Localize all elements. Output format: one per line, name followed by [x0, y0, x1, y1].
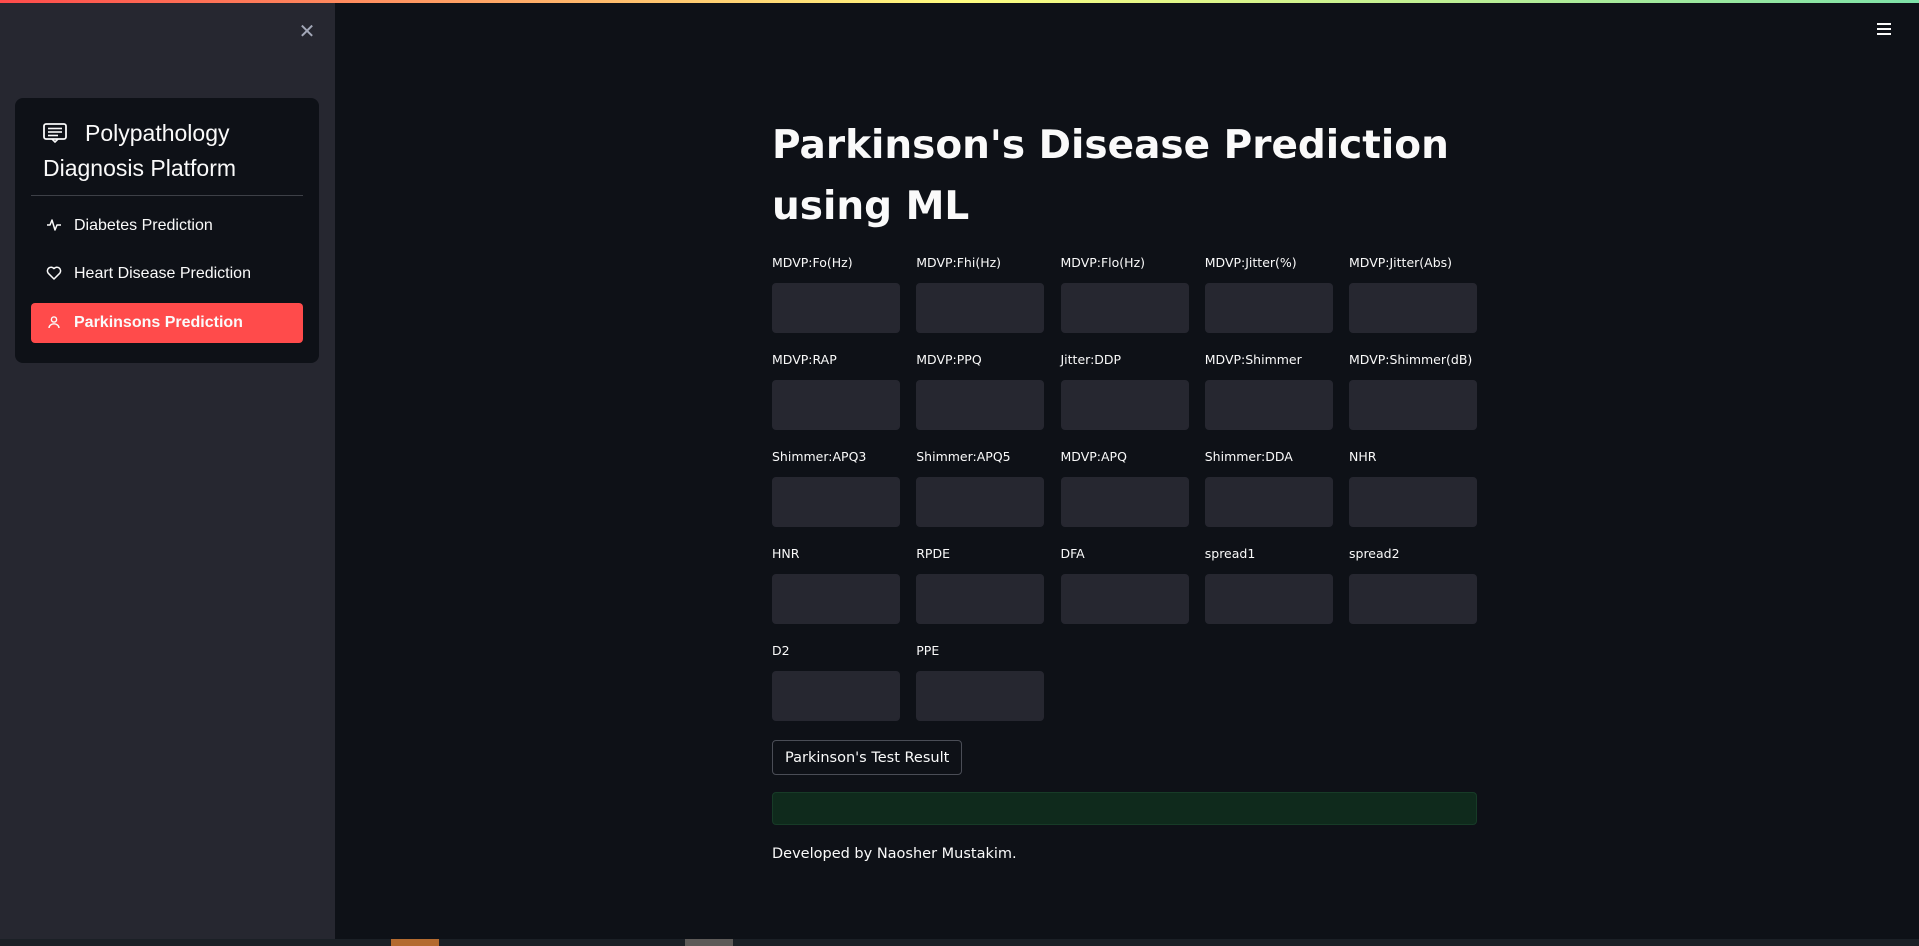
field-label: MDVP:Jitter(%): [1204, 255, 1297, 270]
field-input[interactable]: [1349, 283, 1477, 333]
field-input[interactable]: [1349, 574, 1477, 624]
field-input[interactable]: [916, 477, 1045, 527]
developer-credit: Developed by Naosher Mustakim.: [772, 846, 1017, 862]
test-result-button[interactable]: Parkinson's Test Result: [772, 740, 963, 775]
field-input[interactable]: [1204, 574, 1333, 624]
field-label: Jitter:DDP: [1060, 352, 1122, 367]
taskbar-app[interactable]: [685, 939, 733, 946]
menu-divider: [31, 195, 303, 196]
person-icon: [46, 306, 62, 329]
taskbar: [0, 939, 1919, 946]
menu-item-label: Diabetes Prediction: [74, 217, 213, 234]
field-input[interactable]: [1204, 477, 1333, 527]
field-input[interactable]: [772, 671, 900, 721]
field-label: MDVP:Jitter(Abs): [1349, 255, 1453, 270]
input-field-group: Shimmer:DDA: [1204, 449, 1333, 527]
taskbar-app[interactable]: [391, 939, 439, 946]
field-input[interactable]: [916, 671, 1045, 721]
menu-item-label: Parkinsons Prediction: [74, 314, 243, 331]
field-label: MDVP:Shimmer: [1204, 352, 1302, 367]
option-menu: Polypathology Diagnosis Platform Diabete…: [15, 98, 319, 363]
input-field-group: MDVP:RAP: [772, 352, 900, 430]
field-label: MDVP:RAP: [772, 352, 837, 367]
field-input[interactable]: [916, 283, 1045, 333]
menu-item-diabetes[interactable]: Diabetes Prediction: [31, 206, 303, 246]
clipboard-icon: [43, 118, 69, 144]
field-label: MDVP:PPQ: [916, 352, 982, 367]
activity-icon: [46, 209, 62, 231]
heart-icon: [46, 257, 62, 280]
field-input[interactable]: [1349, 380, 1477, 430]
field-label: Shimmer:APQ5: [916, 449, 1011, 464]
field-input[interactable]: [772, 380, 900, 430]
field-label: MDVP:Flo(Hz): [1060, 255, 1146, 270]
input-field-group: D2: [772, 643, 900, 721]
field-input[interactable]: [772, 574, 900, 624]
field-label: PPE: [916, 643, 940, 658]
field-input[interactable]: [772, 283, 900, 333]
input-field-group: RPDE: [916, 546, 1045, 624]
field-label: Shimmer:APQ3: [772, 449, 867, 464]
page-title: Parkinson's Disease Prediction using ML: [772, 123, 1449, 229]
field-label: spread1: [1204, 546, 1256, 561]
field-label: HNR: [772, 546, 800, 561]
input-field-group: MDVP:Flo(Hz): [1060, 255, 1189, 333]
field-input[interactable]: [1204, 283, 1333, 333]
input-field-group: MDVP:Shimmer: [1204, 352, 1333, 430]
menu-item-label: Heart Disease Prediction: [74, 265, 251, 282]
hamburger-icon[interactable]: [1873, 20, 1895, 40]
field-input[interactable]: [1060, 283, 1189, 333]
field-input[interactable]: [916, 380, 1045, 430]
input-field-group: MDVP:PPQ: [916, 352, 1045, 430]
field-label: MDVP:Fhi(Hz): [916, 255, 1002, 270]
menu-title-text: Polypathology Diagnosis Platform: [43, 120, 237, 181]
field-label: NHR: [1349, 449, 1377, 464]
menu-title: Polypathology Diagnosis Platform: [43, 116, 303, 186]
input-field-group: Shimmer:APQ3: [772, 449, 900, 527]
main-content: Parkinson's Disease Prediction using ML …: [772, 115, 1477, 862]
field-label: D2: [772, 643, 790, 658]
input-field-group: spread2: [1349, 546, 1477, 624]
input-field-group: HNR: [772, 546, 900, 624]
input-field-group: MDVP:Jitter(%): [1204, 255, 1333, 333]
field-label: spread2: [1349, 546, 1400, 561]
input-field-group: MDVP:Fo(Hz): [772, 255, 900, 333]
field-input[interactable]: [1204, 380, 1333, 430]
menu-item-heart-disease[interactable]: Heart Disease Prediction: [31, 254, 303, 294]
field-label: RPDE: [916, 546, 950, 561]
input-field-group: Jitter:DDP: [1060, 352, 1189, 430]
close-icon[interactable]: ✕: [293, 17, 321, 45]
result-message: [772, 792, 1477, 825]
field-input[interactable]: [1060, 380, 1189, 430]
field-input[interactable]: [772, 477, 900, 527]
input-field-group: MDVP:Shimmer(dB): [1349, 352, 1477, 430]
input-field-group: MDVP:Jitter(Abs): [1349, 255, 1477, 333]
field-input[interactable]: [1060, 477, 1189, 527]
input-field-group: Shimmer:APQ5: [916, 449, 1045, 527]
input-field-group: spread1: [1204, 546, 1333, 624]
field-label: MDVP:Fo(Hz): [772, 255, 853, 270]
field-label: Shimmer:DDA: [1204, 449, 1293, 464]
field-label: MDVP:APQ: [1060, 449, 1127, 464]
sidebar: ✕ Polypathology Diagnosis Platform Diabe…: [0, 3, 335, 939]
menu-item-parkinsons[interactable]: Parkinsons Prediction: [31, 303, 303, 343]
field-input[interactable]: [916, 574, 1045, 624]
field-label: MDVP:Shimmer(dB): [1349, 352, 1473, 367]
input-field-group: MDVP:Fhi(Hz): [916, 255, 1045, 333]
input-field-group: DFA: [1060, 546, 1189, 624]
field-input[interactable]: [1060, 574, 1189, 624]
field-input[interactable]: [1349, 477, 1477, 527]
input-field-group: PPE: [916, 643, 1045, 721]
input-field-group: MDVP:APQ: [1060, 449, 1189, 527]
field-label: DFA: [1060, 546, 1085, 561]
input-field-group: NHR: [1349, 449, 1477, 527]
